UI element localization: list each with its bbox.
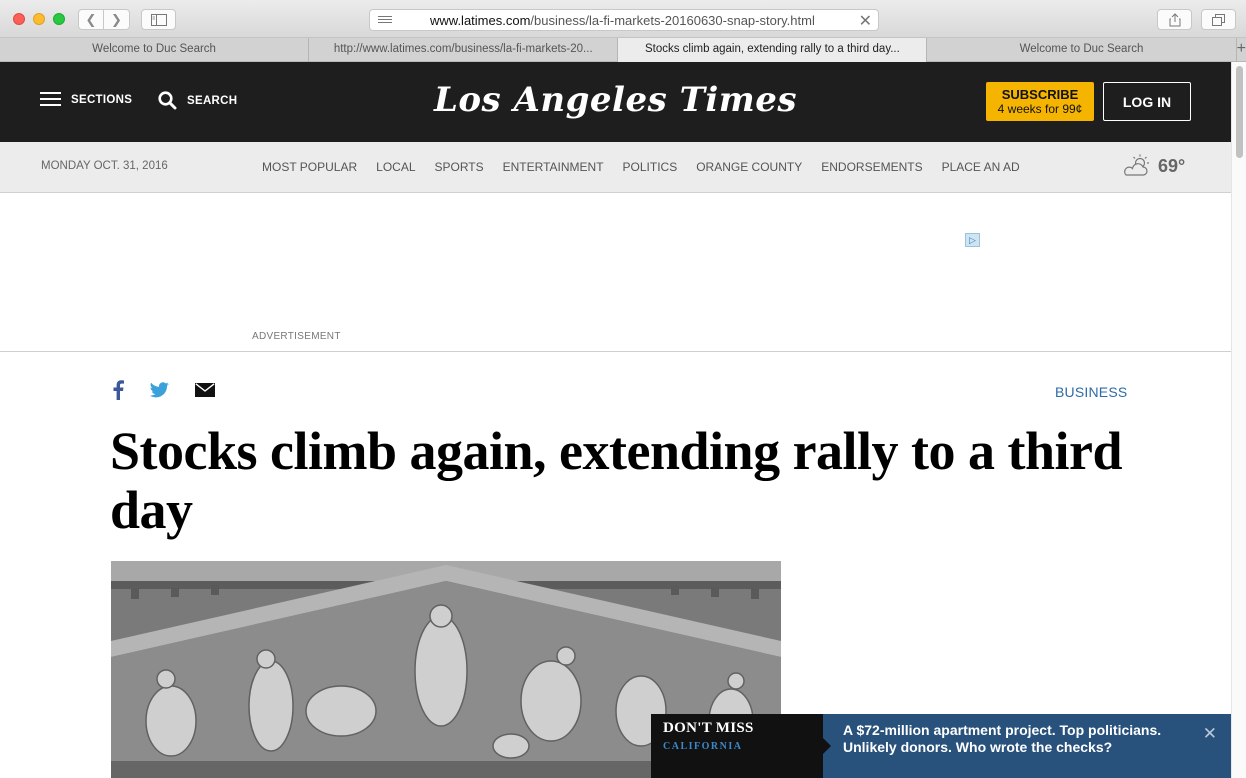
subnav-links: MOST POPULAR LOCAL SPORTS ENTERTAINMENT … [262,160,1020,174]
back-button[interactable]: ❮ [78,9,104,30]
scrollbar-thumb[interactable] [1236,66,1243,158]
nav-link-place-an-ad[interactable]: PLACE AN AD [942,160,1020,174]
share-tools [112,380,241,400]
plus-icon: + [1236,40,1246,57]
browser-tab[interactable]: Welcome to Duc Search [0,38,310,62]
pointer-arrow-icon [823,738,831,754]
chevron-right-icon: ❯ [111,11,122,27]
advertisement-label: ADVERTISEMENT [252,331,341,342]
nav-link-orange-county[interactable]: ORANGE COUNTY [696,160,802,174]
dont-miss-category[interactable]: CALIFORNIA [663,741,811,752]
nav-link-endorsements[interactable]: ENDORSEMENTS [821,160,922,174]
twitter-icon [150,382,169,398]
sidebar-icon [150,13,167,26]
close-icon[interactable]: ✕ [1203,724,1217,744]
window-titlebar: ❮ ❯ www.latimes.com/business/la-fi-marke… [0,0,1246,38]
page-viewport: SECTIONS SEARCH Los Angeles Times SUBSCR… [0,62,1231,778]
masthead: SECTIONS SEARCH Los Angeles Times SUBSCR… [0,62,1231,142]
subscribe-label: SUBSCRIBE [1001,87,1079,102]
vertical-scrollbar[interactable] [1231,62,1246,778]
nav-link-local[interactable]: LOCAL [376,160,415,174]
login-button[interactable]: LOG IN [1103,82,1191,121]
subscribe-offer: 4 weeks for 99¢ [997,102,1083,116]
email-share-button[interactable] [195,383,215,397]
dont-miss-story[interactable]: A $72-million apartment project. Top pol… [823,714,1231,778]
address-text: www.latimes.com/business/la-fi-markets-2… [430,13,815,28]
chevron-left-icon: ❮ [85,11,97,27]
nav-link-entertainment[interactable]: ENTERTAINMENT [503,160,604,174]
share-button[interactable] [1157,9,1192,30]
forward-button[interactable]: ❯ [104,9,130,30]
current-date: MONDAY OCT. 31, 2016 [41,160,168,172]
facebook-icon [113,380,124,400]
minimize-window-button[interactable] [33,13,45,25]
show-tabs-button[interactable] [1201,9,1236,30]
sidebar-toggle-button[interactable] [141,9,176,30]
dont-miss-label-block: DON'T MISS CALIFORNIA [651,714,823,778]
new-tab-button[interactable]: + [1237,38,1246,61]
article-section-link[interactable]: BUSINESS [1055,384,1127,400]
article-headline: Stocks climb again, extending rally to a… [110,421,1123,540]
browser-tab-active[interactable]: Stocks climb again, extending rally to a… [618,38,928,62]
nav-link-most-popular[interactable]: MOST POPULAR [262,160,357,174]
dont-miss-bar[interactable]: DON'T MISS CALIFORNIA A $72-million apar… [651,714,1231,778]
adchoices-icon[interactable]: ▷ [965,233,980,247]
tab-strip: Welcome to Duc Search http://www.latimes… [0,38,1246,62]
zoom-window-button[interactable] [53,13,65,25]
dont-miss-headline[interactable]: A $72-million apartment project. Top pol… [843,722,1181,756]
share-icon [1169,12,1180,26]
partly-cloudy-icon [1124,154,1149,176]
twitter-share-button[interactable] [150,382,169,398]
secondary-nav: MONDAY OCT. 31, 2016 MOST POPULAR LOCAL … [0,142,1231,193]
facebook-share-button[interactable] [112,380,124,400]
temperature: 69° [1158,155,1186,176]
nav-link-sports[interactable]: SPORTS [435,160,484,174]
dont-miss-title: DON'T MISS [663,720,754,736]
reader-icon[interactable] [378,14,392,26]
clear-address-icon[interactable]: ✕ [859,11,872,31]
close-window-button[interactable] [13,13,25,25]
tabs-icon [1212,13,1225,26]
address-bar[interactable]: www.latimes.com/business/la-fi-markets-2… [369,9,879,31]
weather-widget[interactable]: 69° [1122,154,1185,178]
browser-tab[interactable]: http://www.latimes.com/business/la-fi-ma… [309,38,619,62]
subscribe-button[interactable]: SUBSCRIBE 4 weeks for 99¢ [986,82,1094,121]
browser-tab[interactable]: Welcome to Duc Search [927,38,1237,62]
nav-link-politics[interactable]: POLITICS [623,160,678,174]
email-icon [195,383,215,397]
advertisement-slot: ▷ ADVERTISEMENT [0,193,1231,352]
